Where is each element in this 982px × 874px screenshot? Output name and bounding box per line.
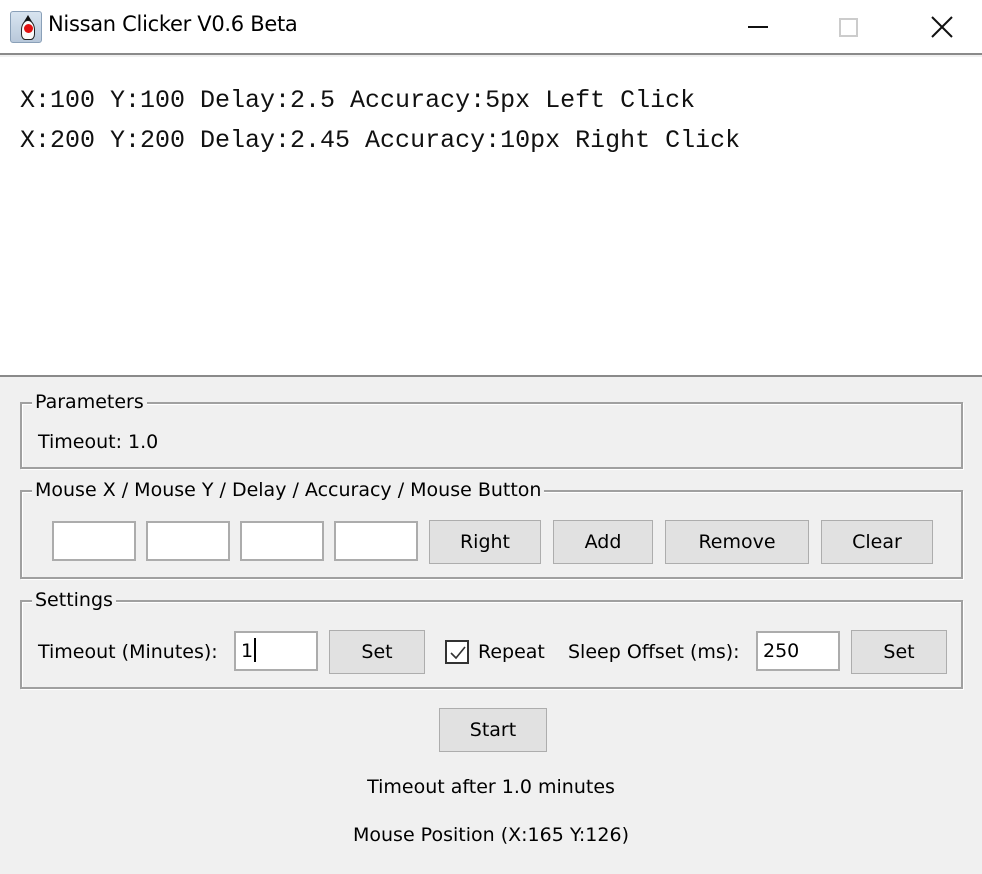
remove-button[interactable]: Remove	[665, 520, 809, 564]
minimize-button[interactable]	[728, 0, 788, 54]
mouse-entry-group: Mouse X / Mouse Y / Delay / Accuracy / M…	[20, 478, 963, 579]
log-line: X:100 Y:100 Delay:2.5 Accuracy:5px Left …	[20, 86, 696, 115]
minimize-icon	[748, 26, 768, 28]
click-list-textarea[interactable]: X:100 Y:100 Delay:2.5 Accuracy:5px Left …	[0, 57, 982, 377]
checkmark-icon	[450, 646, 466, 660]
parameters-group-title: Parameters	[32, 390, 147, 414]
settings-group: Settings Timeout (Minutes): 1 Set Repeat…	[20, 588, 963, 689]
delay-input[interactable]	[240, 521, 324, 561]
mouse-position-label: Mouse Position (X:165 Y:126)	[352, 824, 629, 846]
sleep-offset-label: Sleep Offset (ms):	[568, 641, 740, 663]
mouse-button-toggle[interactable]: Right	[429, 520, 541, 564]
timeout-minutes-input[interactable]: 1	[234, 631, 318, 671]
sleep-offset-set-button[interactable]: Set	[851, 630, 947, 674]
mouse-group-title: Mouse X / Mouse Y / Delay / Accuracy / M…	[32, 478, 545, 502]
repeat-checkbox[interactable]	[445, 640, 469, 664]
text-caret	[254, 638, 257, 662]
close-button[interactable]	[912, 0, 972, 54]
start-button[interactable]: Start	[439, 708, 547, 752]
add-button[interactable]: Add	[553, 520, 653, 564]
settings-group-title: Settings	[32, 588, 116, 612]
accuracy-input[interactable]	[334, 521, 418, 561]
maximize-icon	[838, 17, 858, 37]
parameters-group: Parameters Timeout: 1.0	[20, 390, 963, 469]
timeout-set-button[interactable]: Set	[329, 630, 425, 674]
mouse-x-input[interactable]	[52, 521, 136, 561]
repeat-label: Repeat	[478, 641, 545, 663]
timeout-minutes-value: 1	[241, 640, 254, 662]
sleep-offset-input[interactable]	[756, 631, 840, 671]
log-line: X:200 Y:200 Delay:2.45 Accuracy:10px Rig…	[20, 126, 741, 155]
title-bar: Nissan Clicker V0.6 Beta	[0, 0, 982, 55]
clear-button[interactable]: Clear	[821, 520, 933, 564]
mouse-y-input[interactable]	[146, 521, 230, 561]
java-duke-icon	[10, 11, 42, 43]
timeout-status-label: Timeout after 1.0 minutes	[367, 776, 615, 798]
maximize-button[interactable]	[818, 0, 878, 54]
close-icon	[931, 16, 953, 38]
timeout-param-label: Timeout: 1.0	[38, 431, 159, 453]
timeout-minutes-label: Timeout (Minutes):	[38, 641, 218, 663]
window-title: Nissan Clicker V0.6 Beta	[48, 12, 298, 36]
